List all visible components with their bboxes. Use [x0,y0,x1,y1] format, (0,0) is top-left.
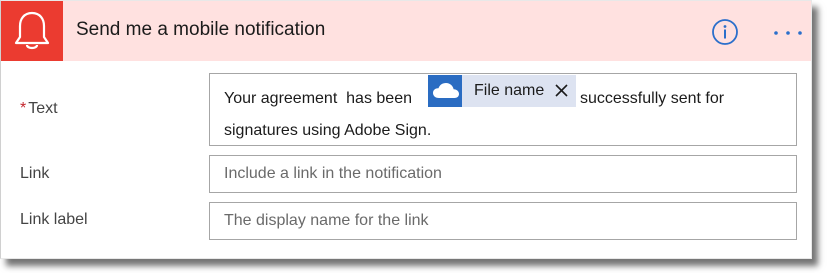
action-icon-tile [1,1,63,61]
onedrive-cloud-icon [433,83,459,98]
link-placeholder: Include a link in the notification [224,165,442,182]
mobile-notification-action-card: Send me a mobile notification * Text Your… [0,0,812,259]
action-header[interactable]: Send me a mobile notification [1,1,811,61]
link-label-input[interactable]: The display name for the link [209,202,797,240]
text-field[interactable]: Your agreement has been File name succes… [209,73,797,146]
token-label: File name [474,82,545,99]
token-icon-tile [428,75,462,107]
text-value-line-2: signatures using Adobe Sign. [224,122,432,139]
action-title: Send me a mobile notification [76,19,326,40]
text-value-before-token: Your agreement has been [224,90,412,107]
remove-token-button[interactable] [553,80,571,100]
link-input[interactable]: Include a link in the notification [209,155,797,193]
file-name-token[interactable]: File name [428,75,576,107]
more-options-icon [774,31,802,35]
info-button[interactable] [712,19,738,45]
text-label: Text [28,100,58,117]
text-value-after-token: successfully sent for [580,90,725,107]
link-label-placeholder: The display name for the link [224,212,429,229]
more-options-button[interactable] [772,21,804,43]
required-marker: * [20,100,27,117]
info-icon [712,19,738,45]
close-icon [555,84,568,97]
link-field-label: Link [20,165,50,182]
link-label-field-label: Link label [20,211,88,228]
bell-icon [14,11,50,50]
text-field-label: * Text [20,100,58,118]
